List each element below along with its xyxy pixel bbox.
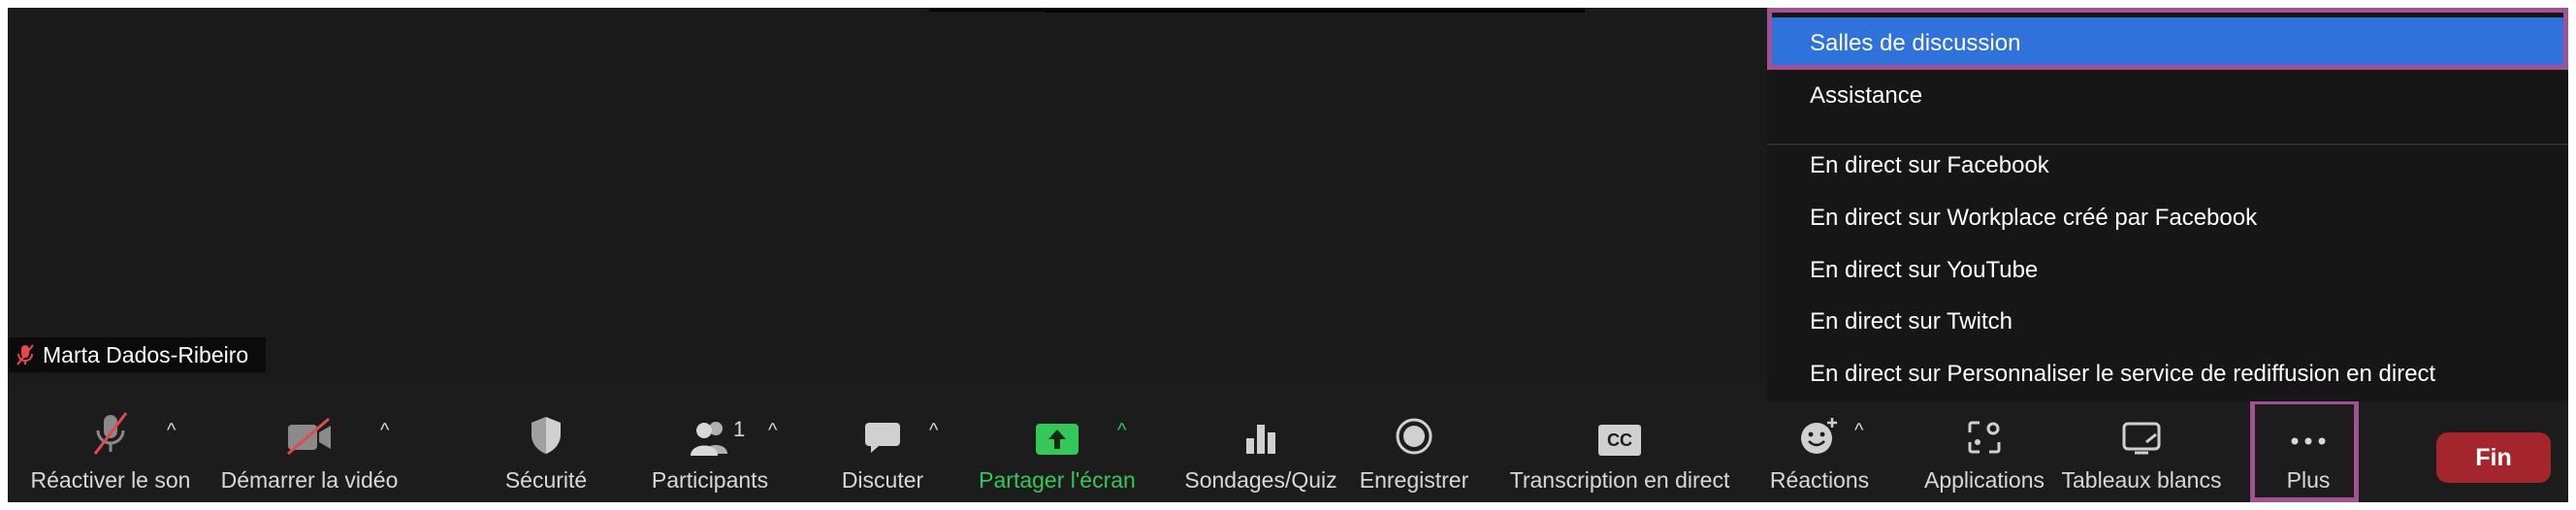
participants-label: Participants: [651, 467, 769, 493]
reactions-label: Réactions: [1769, 467, 1870, 493]
share-screen-label: Partager l'écran: [979, 467, 1136, 493]
apps-label: Applications: [1923, 467, 2045, 493]
mic-muted-icon: [16, 343, 35, 367]
smiley-plus-icon: [1799, 401, 1840, 456]
menu-item-live-facebook[interactable]: En direct sur Facebook: [1767, 140, 2568, 192]
video-top-strip: [929, 8, 1046, 12]
participants-button[interactable]: Participants: [640, 401, 780, 494]
whiteboards-label: Tableaux blancs: [2061, 467, 2222, 493]
participant-name-tag: Marta Dados-Ribeiro: [8, 337, 267, 372]
whiteboard-icon: [2121, 401, 2162, 456]
video-options-caret[interactable]: ^: [380, 421, 389, 440]
video-top-strip: [1046, 8, 1585, 13]
chat-bubble-icon: [863, 401, 902, 456]
more-button-highlight: [2250, 399, 2359, 502]
apps-icon: [1966, 401, 2003, 456]
start-video-button[interactable]: Démarrer la vidéo: [213, 401, 405, 494]
reactions-button[interactable]: Réactions: [1761, 401, 1878, 494]
live-transcription-label: Transcription en direct: [1509, 467, 1730, 493]
security-button[interactable]: Sécurité: [493, 401, 599, 494]
audio-options-caret[interactable]: ^: [167, 421, 176, 440]
mic-muted-icon: [91, 401, 130, 456]
polls-button[interactable]: Sondages/Quiz: [1160, 401, 1362, 494]
bar-chart-icon: [1243, 401, 1278, 456]
share-screen-icon: [1035, 401, 1079, 456]
live-transcription-button[interactable]: CC Transcription en direct: [1497, 401, 1742, 494]
closed-caption-icon: CC: [1598, 401, 1641, 456]
menu-item-live-workplace[interactable]: En direct sur Workplace créé par Faceboo…: [1767, 192, 2568, 244]
menu-item-assistance[interactable]: Assistance: [1767, 70, 2568, 122]
reactions-options-caret[interactable]: ^: [1854, 421, 1863, 440]
participants-count: 1: [733, 417, 746, 441]
polls-label: Sondages/Quiz: [1184, 467, 1337, 493]
end-meeting-button[interactable]: Fin: [2436, 432, 2551, 483]
apps-button[interactable]: Applications: [1893, 401, 2076, 494]
chat-button[interactable]: Discuter: [826, 401, 939, 494]
camera-off-icon: [284, 401, 335, 456]
menu-item-live-custom[interactable]: En direct sur Personnaliser le service d…: [1767, 348, 2568, 400]
whiteboards-button[interactable]: Tableaux blancs: [2054, 401, 2229, 494]
security-label: Sécurité: [504, 467, 588, 493]
menu-item-live-twitch[interactable]: En direct sur Twitch: [1767, 296, 2568, 348]
participants-icon: [687, 401, 733, 456]
start-video-label: Démarrer la vidéo: [220, 467, 399, 493]
chat-options-caret[interactable]: ^: [929, 421, 938, 440]
participants-options-caret[interactable]: ^: [768, 421, 777, 440]
record-icon: [1395, 401, 1433, 456]
menu-item-live-youtube[interactable]: En direct sur YouTube: [1767, 244, 2568, 297]
record-button[interactable]: Enregistrer: [1346, 401, 1482, 494]
record-label: Enregistrer: [1359, 467, 1469, 493]
shield-icon: [529, 401, 564, 456]
unmute-label: Réactiver le son: [30, 467, 191, 493]
breakout-rooms-highlight: [1767, 8, 2568, 70]
share-screen-button[interactable]: Partager l'écran: [964, 401, 1150, 494]
unmute-button[interactable]: Réactiver le son: [16, 401, 206, 494]
share-options-caret[interactable]: ^: [1117, 421, 1126, 440]
chat-label: Discuter: [841, 467, 924, 493]
cc-badge: CC: [1598, 425, 1641, 456]
participant-name: Marta Dados-Ribeiro: [43, 341, 249, 367]
